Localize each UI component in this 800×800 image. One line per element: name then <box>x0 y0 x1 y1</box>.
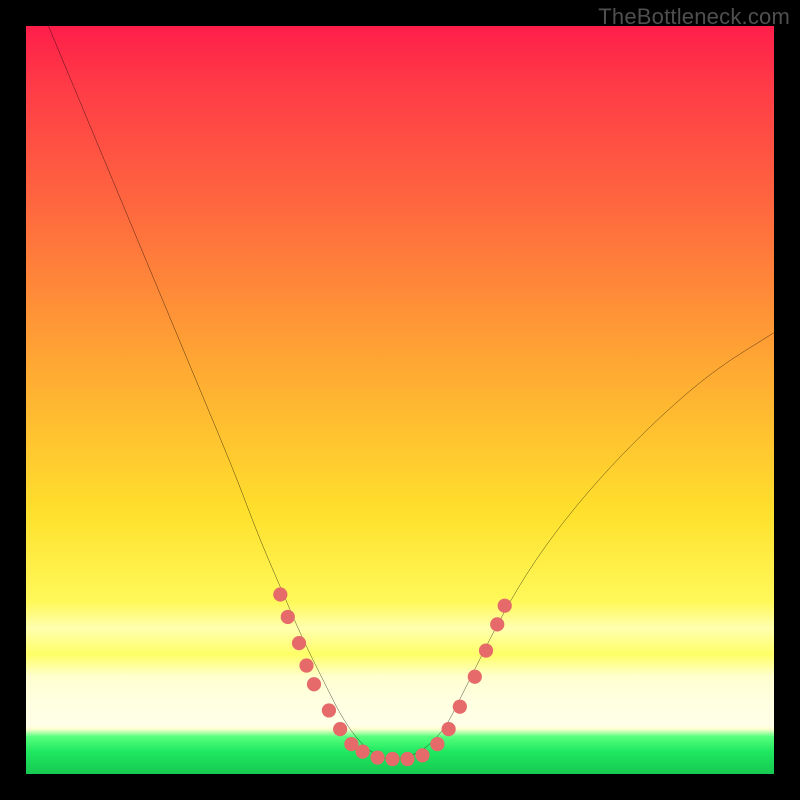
highlight-dot <box>479 643 493 657</box>
plot-area <box>26 26 774 774</box>
highlight-dot <box>415 748 429 762</box>
highlight-dot <box>281 610 295 624</box>
bottleneck-curve <box>48 26 774 759</box>
highlight-dot <box>400 752 414 766</box>
highlight-dot <box>498 599 512 613</box>
highlight-dot <box>468 670 482 684</box>
attribution-text: TheBottleneck.com <box>598 4 790 30</box>
highlight-dot <box>370 750 384 764</box>
highlight-dot <box>307 677 321 691</box>
chart-frame: TheBottleneck.com <box>0 0 800 800</box>
highlight-dot <box>442 722 456 736</box>
highlight-dot <box>430 737 444 751</box>
highlight-dot <box>322 703 336 717</box>
highlight-dot <box>273 587 287 601</box>
highlight-dot <box>299 658 313 672</box>
highlight-dot <box>292 636 306 650</box>
curve-layer <box>26 26 774 774</box>
highlight-dot <box>490 617 504 631</box>
highlight-dot <box>453 700 467 714</box>
highlight-dot <box>385 752 399 766</box>
highlight-dots <box>273 587 512 766</box>
highlight-dot <box>333 722 347 736</box>
highlight-dot <box>355 744 369 758</box>
